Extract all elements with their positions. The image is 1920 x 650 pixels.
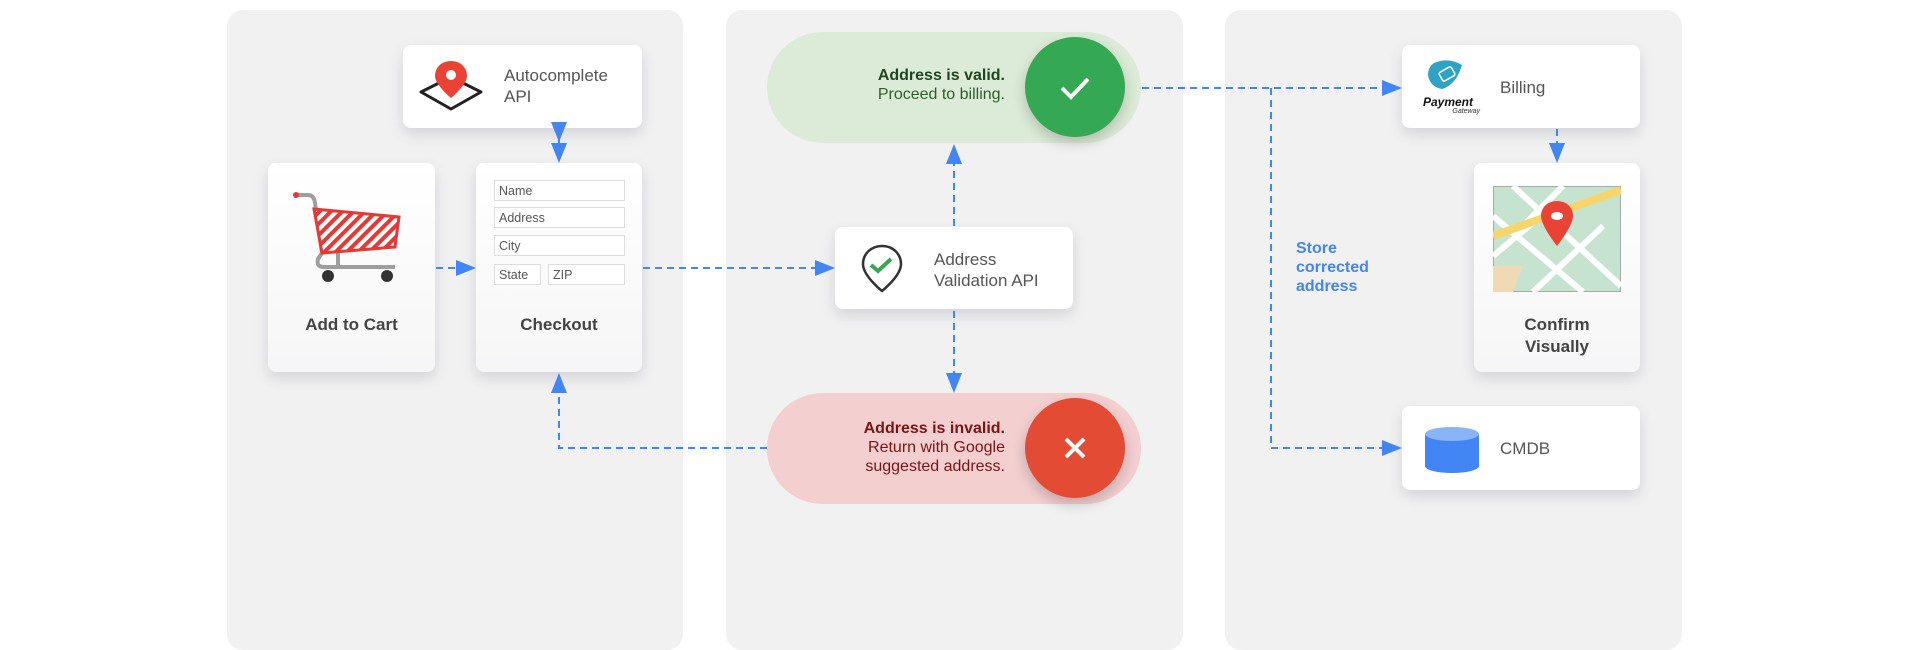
store-corrected-address-label: Store corrected address	[1296, 240, 1369, 295]
checkout-title: Checkout	[520, 315, 598, 334]
check-icon	[1025, 37, 1125, 137]
confirm-visually-title: Confirm Visually	[1524, 315, 1590, 356]
x-icon	[1025, 398, 1125, 498]
map-pin-diamond-icon	[419, 61, 483, 111]
database-icon	[1425, 427, 1479, 473]
cmdb-card: CMDB	[1402, 406, 1640, 490]
validation-api-label: Address Validation API	[934, 250, 1039, 290]
state-field[interactable]: State	[494, 264, 541, 285]
add-to-cart-card: Add to Cart	[268, 163, 435, 372]
valid-text: Address is valid. Proceed to billing.	[877, 67, 1005, 103]
invalid-text: Address is invalid. Return with Google sug…	[863, 420, 1005, 475]
name-field[interactable]: Name	[494, 180, 625, 201]
payment-gateway-logo: Payment Gateway	[1416, 59, 1480, 119]
valid-address-pill: Address is valid. Proceed to billing.	[767, 32, 1141, 143]
map-icon	[1493, 186, 1621, 292]
checkout-card: Name Address City State ZIP Checkout	[476, 163, 642, 372]
address-validation-api-card: Address Validation API	[835, 227, 1073, 309]
pin-check-icon	[861, 244, 903, 293]
invalid-address-pill: Address is invalid. Return with Google sug…	[767, 393, 1141, 504]
billing-label: Billing	[1500, 78, 1546, 97]
zip-field[interactable]: ZIP	[548, 264, 625, 285]
autocomplete-label: Autocomplete API	[504, 66, 608, 106]
shopping-cart-icon	[293, 192, 401, 282]
billing-card: Payment Gateway Billing	[1402, 45, 1640, 128]
confirm-visually-card: Confirm Visually	[1474, 163, 1640, 372]
add-to-cart-title: Add to Cart	[305, 315, 398, 334]
autocomplete-api-card: Autocomplete API	[403, 45, 642, 128]
address-field[interactable]: Address	[494, 207, 625, 228]
cmdb-label: CMDB	[1500, 439, 1551, 458]
city-field[interactable]: City	[494, 235, 625, 256]
